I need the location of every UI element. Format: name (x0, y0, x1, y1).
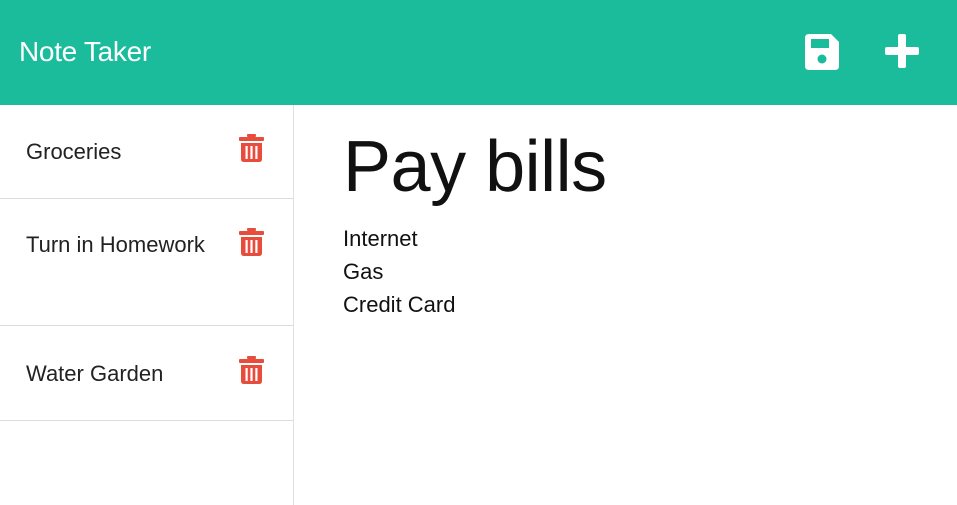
note-list: Groceries Turn in Homework Water Garden (0, 105, 294, 505)
trash-icon (239, 356, 264, 384)
note-title-label: Turn in Homework (26, 232, 205, 257)
save-note-button[interactable] (801, 30, 843, 72)
delete-note-button[interactable] (239, 228, 264, 256)
note-list-item[interactable]: Turn in Homework (0, 199, 293, 326)
app-title[interactable]: Note Taker (19, 34, 151, 70)
navbar: Note Taker (0, 0, 957, 105)
note-title-label: Water Garden (26, 361, 164, 386)
note-list-item[interactable]: Water Garden (0, 326, 293, 421)
floppy-disk-icon (805, 34, 839, 70)
trash-icon (239, 134, 264, 162)
trash-icon (239, 228, 264, 256)
plus-icon (885, 34, 919, 68)
delete-note-button[interactable] (239, 356, 264, 384)
note-text-area[interactable]: Internet Gas Credit Card (343, 222, 903, 321)
delete-note-button[interactable] (239, 134, 264, 162)
note-title-label: Groceries (26, 139, 122, 164)
note-editor: Pay bills Internet Gas Credit Card (295, 105, 957, 505)
new-note-button[interactable] (881, 30, 923, 72)
note-title-input[interactable]: Pay bills (343, 125, 607, 209)
note-list-item[interactable]: Groceries (0, 105, 293, 199)
